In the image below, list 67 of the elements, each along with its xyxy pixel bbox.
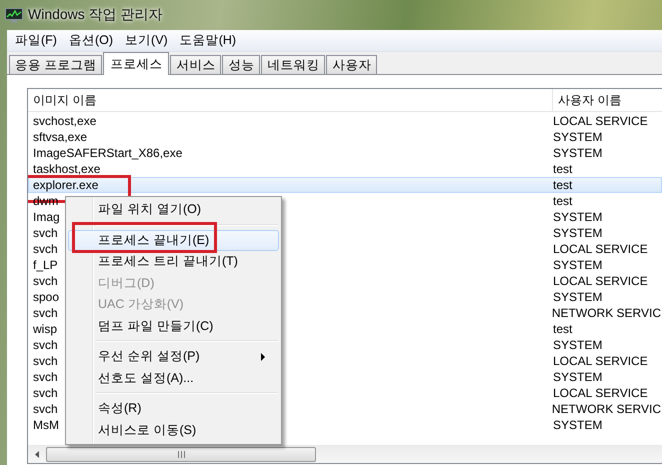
tab[interactable]: 네트워킹 xyxy=(261,55,326,74)
left-arrow-icon xyxy=(34,451,38,458)
table-cell-text: taskhost,exe xyxy=(32,162,100,176)
table-cell-text: test xyxy=(552,322,572,336)
table-cell-text: svch xyxy=(32,370,58,384)
window-title: Windows 작업 관리자 xyxy=(28,6,163,24)
column-header[interactable]: 사용자 이름 xyxy=(558,92,622,108)
horizontal-scrollbar[interactable] xyxy=(28,445,662,463)
table-cell-text: test xyxy=(552,178,572,192)
table-cell-text: svch xyxy=(32,386,58,400)
table-cell-text: test xyxy=(552,162,572,176)
table-cell-text: NETWORK SERVIC xyxy=(550,402,661,416)
menu-item[interactable]: 프로세스 끝내기(E) xyxy=(68,230,279,251)
table-cell-text: f_LP xyxy=(32,258,58,272)
table-cell-text: SYSTEM xyxy=(552,146,602,160)
table-cell-text: LOCAL SERVICE xyxy=(552,114,648,128)
menu-item[interactable]: 옵션(O) xyxy=(62,30,120,51)
menu-item[interactable]: 서비스로 이동(S) xyxy=(68,420,279,441)
table-cell-text: wisp xyxy=(32,322,58,336)
monitor-icon xyxy=(5,8,23,22)
menu-item[interactable]: 파일(F) xyxy=(9,30,63,51)
menu-item[interactable]: 덤프 파일 만들기(C) xyxy=(68,316,279,337)
menu-item[interactable]: 선호도 설정(A)... xyxy=(68,368,279,389)
table-cell-text: MsM xyxy=(32,418,59,432)
menu-item[interactable]: 도움말(H) xyxy=(174,30,242,51)
column-header[interactable]: 이미지 이름 xyxy=(33,92,96,108)
table-cell-text: LOCAL SERVICE xyxy=(552,242,648,256)
scrollbar-thumb[interactable] xyxy=(46,447,316,462)
table-cell-text: svchost,exe xyxy=(32,114,96,128)
table-cell-text: explorer.exe xyxy=(32,178,98,192)
table-cell-text: SYSTEM xyxy=(552,370,602,384)
grip-icon xyxy=(178,451,184,458)
tab[interactable]: 성능 xyxy=(222,55,260,74)
selected-row[interactable]: explorer.exe test xyxy=(28,177,662,193)
table-cell-text: sftvsa,exe xyxy=(32,130,88,144)
table-cell-text: SYSTEM xyxy=(552,130,602,144)
table-cell-text: LOCAL SERVICE xyxy=(552,354,648,368)
tab[interactable]: 프로세스 xyxy=(103,52,170,75)
table-cell-text: SYSTEM xyxy=(552,226,602,240)
table-cell-text: SYSTEM xyxy=(552,210,602,224)
tab[interactable]: 응용 프로그램 xyxy=(9,55,102,74)
table-cell-text: SYSTEM xyxy=(552,338,602,352)
table-cell-text: test xyxy=(552,194,572,208)
menu-item[interactable]: 속성(R) xyxy=(68,398,279,420)
table-cell-text: svch xyxy=(32,338,58,352)
table-cell-text: svch xyxy=(32,306,58,320)
menu-item[interactable]: 프로세스 트리 끝내기(T) xyxy=(68,251,279,272)
table-cell-text: SYSTEM xyxy=(552,290,602,304)
table-cell-text: dwm xyxy=(32,194,58,208)
menu-item[interactable]: 우선 순위 설정(P) xyxy=(68,346,279,368)
table-cell-text: SYSTEM xyxy=(552,418,602,432)
table-cell-text: LOCAL SERVICE xyxy=(552,274,648,288)
tab[interactable]: 서비스 xyxy=(170,55,222,74)
tab[interactable]: 사용자 xyxy=(326,55,378,74)
table-cell-text: svch xyxy=(32,354,58,368)
table-cell-text: svch xyxy=(32,402,58,416)
table-cell-text: svch xyxy=(32,226,58,240)
table-cell-text: Imag xyxy=(32,210,60,224)
table-cell-text: SYSTEM xyxy=(552,258,602,272)
menu-item[interactable]: 보기(V) xyxy=(119,30,174,51)
table-cell-text: spoo xyxy=(32,290,60,304)
table-cell-text: svch xyxy=(32,274,58,288)
menu-item[interactable]: 파일 위치 열기(O) xyxy=(68,199,279,220)
table-cell-text: svch xyxy=(32,242,58,256)
table-cell-text: ImageSAFERStart_X86,exe xyxy=(32,146,182,160)
table-cell-text: LOCAL SERVICE xyxy=(552,386,648,400)
table-cell-text: NETWORK SERVIC xyxy=(550,306,661,320)
